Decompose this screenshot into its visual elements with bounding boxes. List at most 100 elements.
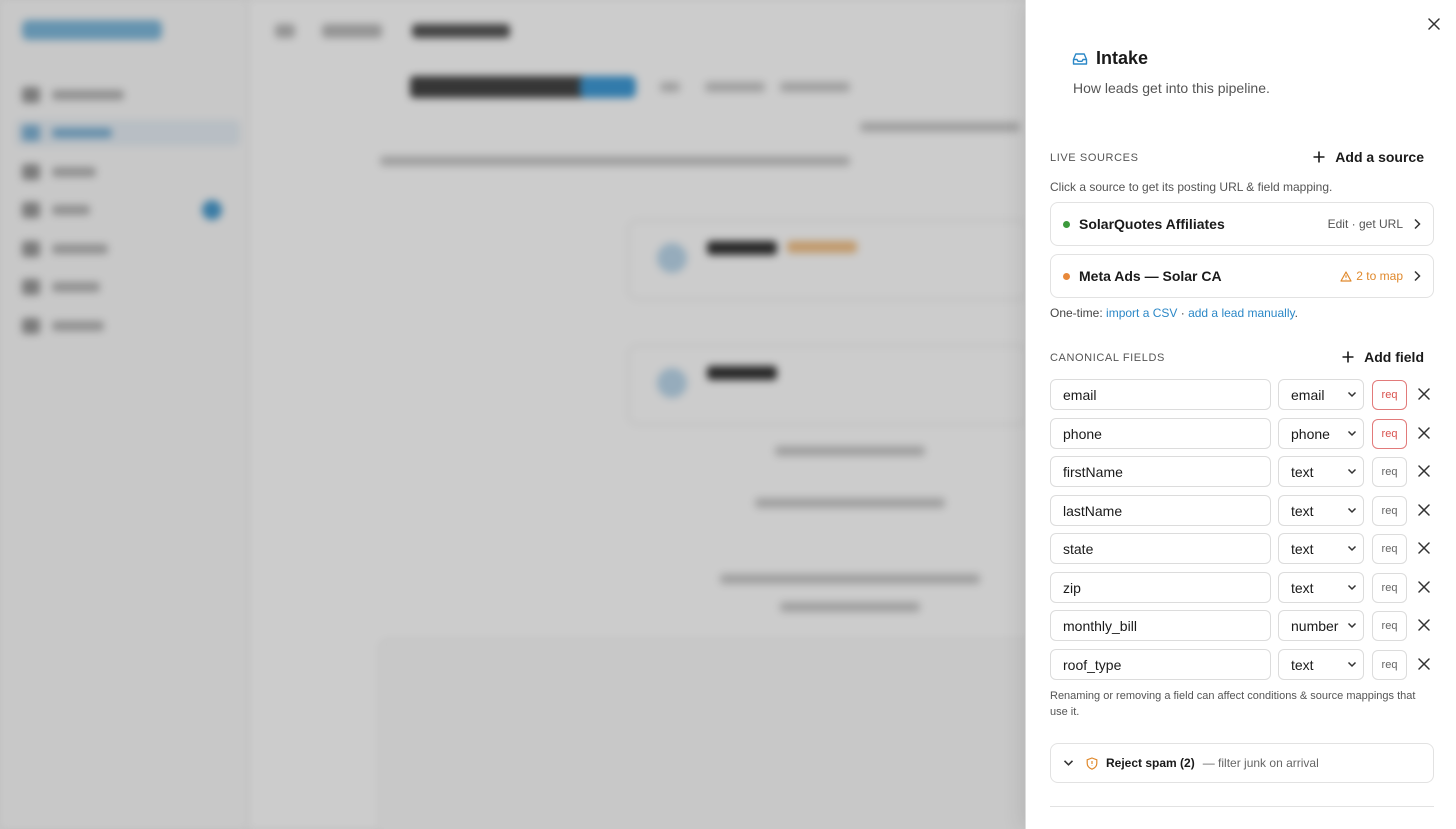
chevron-right-icon: [1414, 218, 1421, 230]
reject-spam-rule[interactable]: Reject spam (2) — filter junk on arrival: [1050, 743, 1434, 783]
field-type-value: text: [1291, 579, 1314, 596]
field-name-input[interactable]: [1050, 418, 1271, 449]
source-item-solarquotes[interactable]: SolarQuotes Affiliates Edit · get URL: [1050, 202, 1434, 246]
required-toggle[interactable]: req: [1372, 419, 1407, 449]
field-type-value: text: [1291, 540, 1314, 557]
status-dot: [1063, 220, 1070, 228]
field-row: text req: [1050, 649, 1442, 681]
source-item-meta-ads[interactable]: Meta Ads — Solar CA 2 to map: [1050, 254, 1434, 298]
field-type-select[interactable]: text: [1278, 495, 1364, 526]
remove-field-button[interactable]: [1416, 617, 1432, 633]
field-name-input[interactable]: [1050, 572, 1271, 603]
required-toggle[interactable]: req: [1372, 380, 1407, 410]
intake-drawer: Intake How leads get into this pipeline.…: [1025, 0, 1456, 829]
close-button[interactable]: [1424, 14, 1444, 34]
field-type-value: email: [1291, 386, 1325, 403]
field-type-select[interactable]: text: [1278, 572, 1364, 603]
modal-scrim[interactable]: [0, 0, 1025, 829]
remove-field-button[interactable]: [1416, 463, 1432, 479]
rule-title: Reject spam (2): [1106, 756, 1195, 770]
field-type-value: text: [1291, 502, 1314, 519]
remove-field-button[interactable]: [1416, 540, 1432, 556]
field-type-value: phone: [1291, 425, 1330, 442]
chevron-down-icon: [1063, 760, 1074, 766]
add-source-label: Add a source: [1335, 149, 1424, 165]
warning-icon: [1340, 270, 1352, 282]
close-icon: [1418, 388, 1430, 400]
field-type-select[interactable]: text: [1278, 533, 1364, 564]
source-meta: 2 to map: [1356, 269, 1403, 283]
required-toggle[interactable]: req: [1372, 573, 1407, 603]
chevron-down-icon: [1347, 468, 1357, 475]
add-lead-manually-link[interactable]: add a lead manually: [1188, 306, 1295, 320]
remove-field-button[interactable]: [1416, 579, 1432, 595]
field-type-select[interactable]: phone: [1278, 418, 1364, 449]
field-type-select[interactable]: email: [1278, 379, 1364, 410]
one-time-options: One-time: import a CSV · add a lead manu…: [1050, 306, 1298, 320]
field-name-input[interactable]: [1050, 456, 1271, 487]
close-icon: [1418, 619, 1430, 631]
fields-note: Renaming or removing a field can affect …: [1050, 690, 1416, 718]
chevron-down-icon: [1347, 391, 1357, 398]
chevron-right-icon: [1414, 270, 1421, 282]
required-toggle[interactable]: req: [1372, 457, 1407, 487]
field-row: text req: [1050, 533, 1442, 565]
field-type-value: text: [1291, 656, 1314, 673]
remove-field-button[interactable]: [1416, 425, 1432, 441]
live-sources-label: LIVE SOURCES: [1050, 152, 1139, 164]
one-time-suffix: .: [1294, 306, 1298, 320]
one-time-separator: ·: [1180, 306, 1185, 320]
field-type-value: text: [1291, 463, 1314, 480]
add-field-label: Add field: [1364, 349, 1424, 365]
import-csv-link[interactable]: import a CSV: [1106, 306, 1177, 320]
add-field-button[interactable]: Add field: [1342, 349, 1424, 365]
close-icon: [1428, 18, 1440, 30]
source-meta: Edit · get URL: [1327, 217, 1403, 231]
required-toggle[interactable]: req: [1372, 611, 1407, 641]
drawer-title: Intake: [1096, 48, 1149, 68]
chevron-down-icon: [1347, 661, 1357, 668]
field-name-input[interactable]: [1050, 379, 1271, 410]
remove-field-button[interactable]: [1416, 386, 1432, 402]
required-toggle[interactable]: req: [1372, 650, 1407, 680]
inbox-icon: [1072, 52, 1088, 65]
source-name: Meta Ads — Solar CA: [1079, 268, 1222, 284]
field-type-select[interactable]: text: [1278, 649, 1364, 680]
remove-field-button[interactable]: [1416, 502, 1432, 518]
chevron-down-icon: [1347, 430, 1357, 437]
drawer-header: Intake: [1072, 48, 1148, 69]
field-row: text req: [1050, 456, 1442, 488]
canonical-fields-label: CANONICAL FIELDS: [1050, 352, 1165, 364]
live-sources-hint: Click a source to get its posting URL & …: [1050, 180, 1333, 194]
chevron-down-icon: [1347, 545, 1357, 552]
field-type-select[interactable]: text: [1278, 456, 1364, 487]
field-name-input[interactable]: [1050, 649, 1271, 680]
field-type-select[interactable]: number: [1278, 610, 1364, 641]
field-row: text req: [1050, 572, 1442, 604]
source-name: SolarQuotes Affiliates: [1079, 216, 1225, 232]
plus-icon: [1313, 151, 1325, 163]
close-icon: [1418, 581, 1430, 593]
drawer-subtitle: How leads get into this pipeline.: [1073, 80, 1270, 96]
divider: [1050, 806, 1434, 807]
field-type-value: number: [1291, 617, 1339, 634]
close-icon: [1418, 427, 1430, 439]
rule-description: — filter junk on arrival: [1202, 756, 1319, 770]
field-row: text req: [1050, 495, 1442, 527]
plus-icon: [1342, 351, 1354, 363]
field-row: phone req: [1050, 418, 1442, 450]
field-row: email req: [1050, 379, 1442, 411]
required-toggle[interactable]: req: [1372, 534, 1407, 564]
one-time-prefix: One-time:: [1050, 306, 1103, 320]
required-toggle[interactable]: req: [1372, 496, 1407, 526]
chevron-down-icon: [1347, 507, 1357, 514]
close-icon: [1418, 658, 1430, 670]
field-name-input[interactable]: [1050, 533, 1271, 564]
field-name-input[interactable]: [1050, 495, 1271, 526]
remove-field-button[interactable]: [1416, 656, 1432, 672]
close-icon: [1418, 542, 1430, 554]
close-icon: [1418, 504, 1430, 516]
add-source-button[interactable]: Add a source: [1313, 149, 1424, 165]
field-row: number req: [1050, 610, 1442, 642]
field-name-input[interactable]: [1050, 610, 1271, 641]
